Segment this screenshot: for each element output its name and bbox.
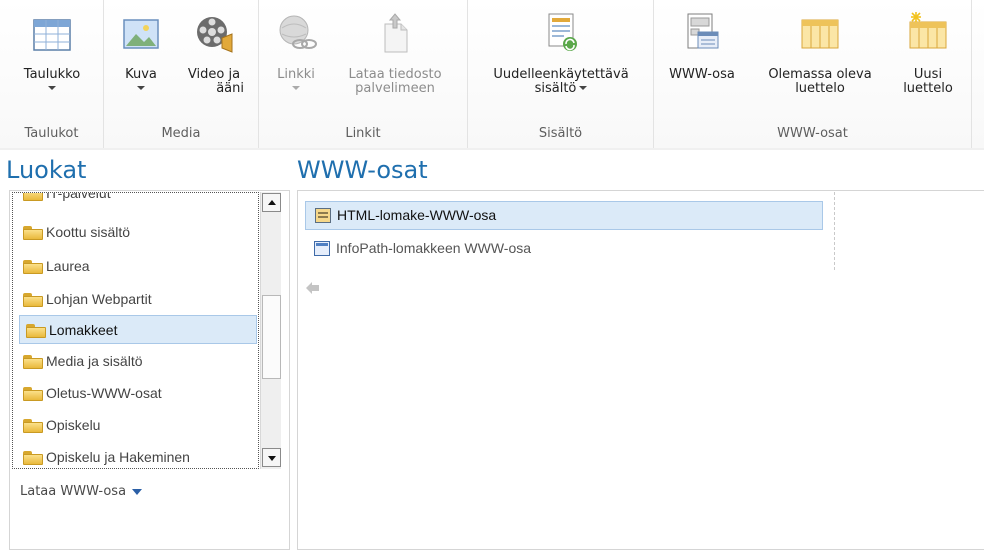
arrow-up-icon (268, 200, 276, 205)
category-label: Media ja sisältö (46, 353, 143, 369)
reusable-content-label-line2: sisältö (476, 82, 646, 96)
group-links: Linkki Lataa tiedosto palvelimeen Linkit (259, 0, 468, 150)
webpart-icon (680, 6, 724, 60)
table-icon (30, 6, 74, 60)
folder-icon (26, 324, 46, 338)
category-label: Opiskelu (46, 417, 101, 433)
upload-webpart-link[interactable]: Lataa WWW-osa (20, 484, 143, 499)
upload-webpart-label: Lataa WWW-osa (20, 484, 127, 499)
picture-button-label: Kuva (125, 67, 157, 82)
new-list-label-line2: luettelo (903, 81, 953, 96)
link-button[interactable]: Linkki (269, 6, 323, 90)
globe-link-icon (274, 6, 318, 60)
reusable-content-label-line2-text: sisältö (534, 81, 577, 96)
existing-list-label-line2: luettelo (795, 81, 845, 96)
scroll-thumb[interactable] (262, 295, 281, 379)
new-list-button[interactable]: Uusi luettelo (896, 6, 960, 96)
category-item-oletus-www-osat[interactable]: Oletus-WWW-osat (17, 379, 255, 408)
reusable-content-icon (539, 6, 583, 60)
scroll-up-button[interactable] (262, 193, 281, 212)
category-label: Koottu sisältö (46, 224, 131, 240)
reusable-content-button[interactable]: Uudelleenkäytettävä sisältö (476, 6, 646, 96)
folder-icon (23, 226, 43, 240)
category-item-opiskelu-ja-hakeminen[interactable]: Opiskelu ja Hakeminen (17, 443, 255, 468)
group-title-webparts: WWW-osat (777, 126, 848, 141)
category-item-laurea[interactable]: Laurea (17, 252, 255, 281)
chevron-down-icon (132, 488, 143, 495)
chevron-down-icon (292, 86, 300, 90)
categories-panel: IT-palvelut Koottu sisältö Laurea Lohjan… (9, 190, 290, 550)
column-divider (834, 192, 835, 270)
picture-button[interactable]: Kuva (112, 6, 170, 90)
category-label: IT-palvelut (46, 192, 111, 201)
folder-icon (23, 419, 43, 433)
categories-scrollbar[interactable] (260, 192, 281, 469)
table-button[interactable]: Taulukko (8, 6, 96, 90)
group-title-tables: Taulukot (24, 126, 79, 141)
reusable-content-label-line1: Uudelleenkäytettävä (493, 67, 629, 82)
webpart-label: InfoPath-lomakkeen WWW-osa (336, 240, 532, 256)
existing-list-button[interactable]: Olemassa oleva luettelo (760, 6, 880, 96)
group-title-links: Linkit (345, 126, 381, 141)
new-list-icon (906, 6, 950, 60)
film-reel-icon (192, 6, 236, 60)
new-list-label-line1: Uusi (913, 67, 943, 82)
folder-icon (23, 355, 43, 369)
webpart-button-label: WWW-osa (669, 67, 735, 82)
upload-file-label-line1: Lataa tiedosto (348, 67, 442, 82)
category-label: Opiskelu ja Hakeminen (46, 449, 190, 465)
webpart-item-html-form[interactable]: HTML-lomake-WWW-osa (305, 201, 823, 230)
chevron-down-icon (579, 85, 588, 90)
video-audio-button[interactable]: Video ja ääni (178, 6, 250, 96)
infopath-form-icon (314, 241, 330, 256)
upload-file-button[interactable]: Lataa tiedosto palvelimeen (335, 6, 455, 96)
webparts-panel: HTML-lomake-WWW-osa InfoPath-lomakkeen W… (297, 190, 984, 550)
video-audio-label-line1: Video ja (187, 67, 241, 82)
webparts-heading: WWW-osat (297, 156, 428, 184)
html-form-icon (315, 208, 331, 223)
category-item-opiskelu[interactable]: Opiskelu (17, 411, 255, 440)
webpart-item-infopath-form[interactable]: InfoPath-lomakkeen WWW-osa (305, 235, 823, 264)
video-audio-label-line2: ääni (216, 81, 244, 96)
category-label: Oletus-WWW-osat (46, 385, 162, 401)
group-title-content: Sisältö (538, 126, 583, 141)
webpart-button[interactable]: WWW-osa (662, 6, 742, 82)
group-title-media: Media (161, 126, 201, 141)
upload-file-icon (373, 6, 417, 60)
group-media: Kuva Video ja ääni Media (104, 0, 259, 150)
existing-list-icon (798, 6, 842, 60)
picture-icon (119, 6, 163, 60)
folder-icon (23, 451, 43, 465)
category-item-media-ja-sisalto[interactable]: Media ja sisältö (17, 347, 255, 376)
group-webparts: WWW-osa Olemassa oleva luettelo Uusi lue… (654, 0, 972, 150)
group-content: Uudelleenkäytettävä sisältö Sisältö (468, 0, 654, 150)
category-item-it-palvelut[interactable]: IT-palvelut (17, 192, 255, 208)
folder-icon (23, 193, 43, 201)
table-button-label: Taulukko (23, 67, 81, 82)
categories-list[interactable]: IT-palvelut Koottu sisältö Laurea Lohjan… (12, 192, 259, 469)
chevron-down-icon (48, 86, 56, 90)
folder-icon (23, 260, 43, 274)
chevron-down-icon (137, 86, 145, 90)
webpart-label: HTML-lomake-WWW-osa (337, 207, 497, 223)
ribbon: Taulukko Taulukot Kuva Video ja ääni Med… (0, 0, 984, 150)
category-label: Laurea (46, 258, 90, 274)
categories-heading: Luokat (6, 156, 87, 184)
group-tables: Taulukko Taulukot (0, 0, 104, 150)
folder-icon (23, 387, 43, 401)
upload-file-label-line2: palvelimeen (355, 81, 435, 96)
category-label: Lomakkeet (49, 322, 118, 338)
arrow-down-icon (268, 456, 276, 461)
category-label: Lohjan Webpartit (46, 291, 152, 307)
folder-icon (23, 293, 43, 307)
scroll-down-button[interactable] (262, 448, 281, 467)
ribbon-divider (0, 148, 984, 150)
existing-list-label-line1: Olemassa oleva (768, 67, 872, 82)
link-button-label: Linkki (277, 67, 315, 82)
category-item-lomakkeet[interactable]: Lomakkeet (19, 315, 257, 344)
back-arrow-icon[interactable] (306, 279, 320, 294)
category-item-koottu-sisalto[interactable]: Koottu sisältö (17, 218, 255, 247)
category-item-lohjan-webpartit[interactable]: Lohjan Webpartit (17, 285, 255, 314)
